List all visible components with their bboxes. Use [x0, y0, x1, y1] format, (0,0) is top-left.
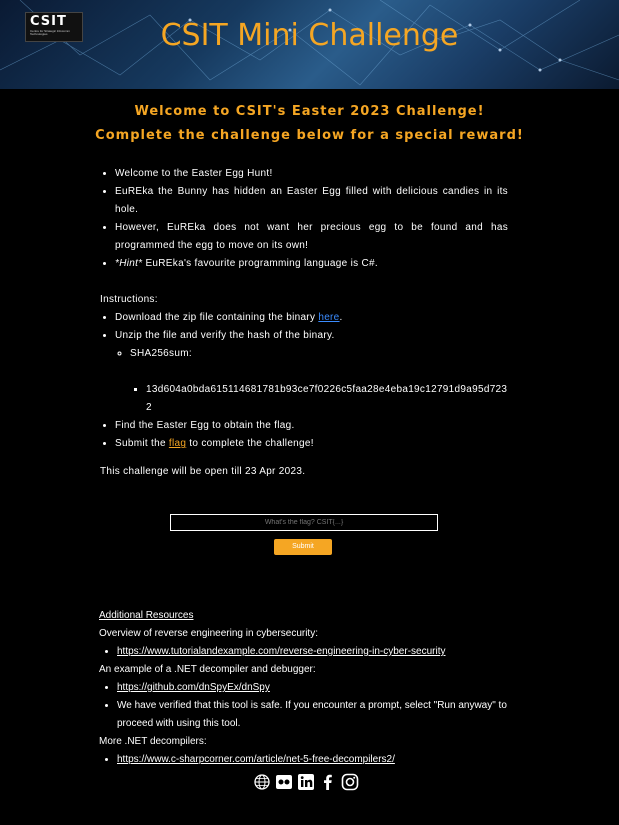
instagram-icon[interactable] — [341, 773, 359, 791]
resource-links: https://github.com/dnSpyEx/dnSpy We have… — [99, 679, 509, 733]
page-title: CSIT Mini Challenge — [160, 18, 459, 53]
resource-section-title: Overview of reverse engineering in cyber… — [99, 628, 318, 639]
instruction-text: Download the zip file containing the bin… — [115, 312, 319, 323]
globe-icon[interactable] — [253, 773, 271, 791]
story-item: EuREka the Bunny has hidden an Easter Eg… — [115, 183, 508, 219]
instruction-text: to complete the challenge! — [186, 438, 314, 449]
instructions-heading: Instructions: — [100, 294, 158, 305]
hint-label: *Hint* — [115, 258, 143, 269]
resource-link[interactable]: https://www.tutorialandexample.com/rever… — [117, 646, 445, 657]
careers-icon[interactable] — [275, 773, 293, 791]
instruction-submit: Submit the flag to complete the challeng… — [115, 435, 508, 453]
welcome-line-1: Welcome to CSIT's Easter 2023 Challenge! — [134, 104, 485, 119]
resource-links: https://www.c-sharpcorner.com/article/ne… — [99, 751, 509, 769]
instruction-text: . — [339, 312, 343, 323]
welcome-heading: Welcome to CSIT's Easter 2023 Challenge!… — [0, 100, 619, 148]
instruction-verify: Unzip the file and verify the hash of th… — [115, 327, 508, 417]
additional-resources: Additional Resources Overview of reverse… — [99, 607, 509, 769]
submit-button[interactable]: Submit — [274, 539, 332, 555]
sha-value-list: 13d604a0bda615114681781b93ce7f0226c5faa2… — [130, 363, 508, 417]
resource-links: https://www.tutorialandexample.com/rever… — [99, 643, 509, 661]
flag-link[interactable]: flag — [169, 438, 186, 449]
instruction-find: Find the Easter Egg to obtain the flag. — [115, 417, 508, 435]
resource-item: https://github.com/dnSpyEx/dnSpy — [117, 679, 509, 697]
story-item: However, EuREka does not want her precio… — [115, 219, 508, 255]
open-till-text: This challenge will be open till 23 Apr … — [100, 466, 306, 477]
challenge-content: Welcome to the Easter Egg Hunt! EuREka t… — [100, 165, 508, 481]
facebook-icon[interactable] — [319, 773, 337, 791]
hint-item: *Hint* EuREka's favourite programming la… — [115, 255, 508, 273]
resource-section-title: An example of a .NET decompiler and debu… — [99, 664, 316, 675]
instruction-text: Submit the — [115, 438, 169, 449]
sha-value-item: 13d604a0bda615114681781b93ce7f0226c5faa2… — [146, 363, 508, 417]
resources-heading: Additional Resources — [99, 610, 194, 621]
resource-item: https://www.c-sharpcorner.com/article/ne… — [117, 751, 509, 769]
resource-link[interactable]: https://www.c-sharpcorner.com/article/ne… — [117, 754, 395, 765]
linkedin-icon[interactable] — [297, 773, 315, 791]
instructions-list: Download the zip file containing the bin… — [100, 309, 508, 453]
instruction-text: Unzip the file and verify the hash of th… — [115, 330, 335, 341]
story-item: Welcome to the Easter Egg Hunt! — [115, 165, 508, 183]
sha-item: SHA256sum: 13d604a0bda615114681781b93ce7… — [130, 345, 508, 417]
resource-link[interactable]: https://github.com/dnSpyEx/dnSpy — [117, 682, 270, 693]
download-link[interactable]: here — [318, 312, 339, 323]
social-links — [253, 773, 359, 791]
instruction-download: Download the zip file containing the bin… — [115, 309, 508, 327]
resource-section-title: More .NET decompilers: — [99, 736, 207, 747]
sha-label: SHA256sum: — [130, 348, 192, 359]
flag-input[interactable] — [170, 514, 438, 531]
header-banner: CSIT Centre for Strategic Infocomm Techn… — [0, 0, 619, 89]
welcome-line-2: Complete the challenge below for a speci… — [95, 128, 524, 143]
hint-text: EuREka's favourite programming language … — [142, 258, 378, 269]
resource-item: https://www.tutorialandexample.com/rever… — [117, 643, 509, 661]
story-list: Welcome to the Easter Egg Hunt! EuREka t… — [100, 165, 508, 273]
sha-value: 13d604a0bda615114681781b93ce7f0226c5faa2… — [146, 384, 508, 413]
resource-note: We have verified that this tool is safe.… — [117, 697, 509, 733]
hash-list: SHA256sum: 13d604a0bda615114681781b93ce7… — [115, 345, 508, 417]
